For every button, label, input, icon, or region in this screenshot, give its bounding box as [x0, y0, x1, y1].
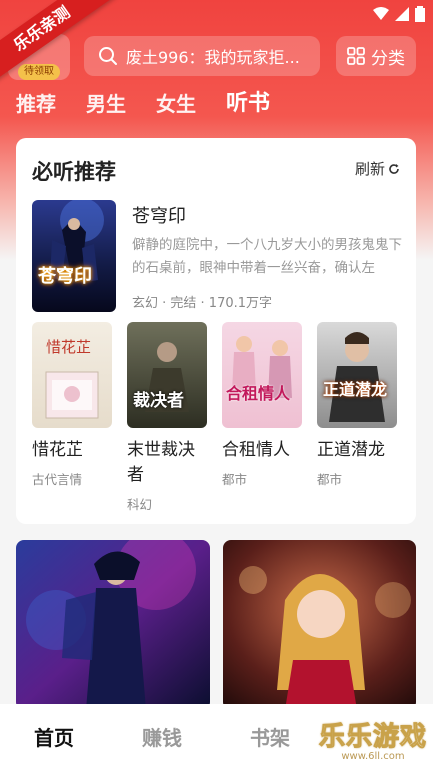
book-list: 惜花芷 惜花芷 古代言情 裁决者 末世裁决者 科幻 合租情人 合租情人 都市 正… [32, 322, 412, 513]
search-input[interactable]: 废土996：我的玩家拒... [84, 36, 320, 76]
book-title: 末世裁决者 [127, 440, 195, 485]
book-item[interactable]: 惜花芷 惜花芷 古代言情 [32, 322, 127, 513]
section-title: 必听推荐 [32, 160, 116, 184]
channel-tabs: 推荐 男生 女生 听书 [16, 90, 300, 118]
banner-right[interactable] [223, 540, 416, 710]
wifi-icon [373, 7, 389, 20]
book-cover-text: 惜花芷 [46, 338, 92, 356]
book-genre: 都市 [317, 472, 343, 487]
refresh-icon [389, 163, 399, 174]
tab-female[interactable]: 女生 [156, 90, 196, 118]
grid-icon [347, 47, 365, 65]
battery-icon [415, 6, 425, 22]
featured-book-meta: 玄幻 · 完结 · 170.1万字 [132, 296, 273, 311]
recommend-card: 必听推荐 刷新 苍穹印 苍穹印 僻静的庭院中，一个八九岁大小的男孩鬼鬼下的石桌前… [16, 138, 416, 524]
book-cover[interactable]: 裁决者 [127, 322, 207, 428]
tab-male[interactable]: 男生 [86, 90, 126, 118]
search-text: 废土996：我的玩家拒... [126, 48, 300, 67]
featured-book-title[interactable]: 苍穹印 [132, 202, 186, 228]
search-icon [99, 47, 117, 65]
book-cover[interactable]: 惜花芷 [32, 322, 112, 428]
featured-book-description: 僻静的庭院中，一个八九岁大小的男孩鬼鬼下的石桌前，眼神中带着一丝兴奋，确认左 [132, 237, 402, 276]
book-genre: 科幻 [127, 497, 153, 512]
nav-earn[interactable]: 赚钱 [108, 722, 216, 751]
category-button[interactable]: 分类 [336, 36, 416, 76]
book-item[interactable]: 裁决者 末世裁决者 科幻 [127, 322, 222, 513]
book-cover-text: 合租情人 [226, 384, 291, 403]
book-cover-text: 裁决者 [133, 391, 184, 411]
book-item[interactable]: 合租情人 合租情人 都市 [222, 322, 317, 513]
book-cover[interactable]: 正道潜龙 [317, 322, 397, 428]
book-cover[interactable]: 合租情人 [222, 322, 302, 428]
signal-icon [395, 7, 409, 21]
book-genre: 古代言情 [32, 472, 83, 487]
watermark-text: 乐乐游戏 [318, 722, 427, 753]
nav-bookshelf[interactable]: 书架 [216, 722, 324, 751]
reward-label[interactable]: 待领取 [18, 64, 60, 80]
nav-home[interactable]: 首页 [0, 722, 108, 751]
book-genre: 都市 [222, 472, 248, 487]
featured-book-cover[interactable]: 苍穹印 [32, 200, 116, 312]
watermark: 乐乐游戏 www.6ll.com [315, 716, 431, 763]
tab-audiobook[interactable]: 听书 [226, 90, 270, 118]
featured-cover-title: 苍穹印 [38, 266, 92, 287]
book-title: 惜花芷 [32, 440, 83, 460]
tab-recommend[interactable]: 推荐 [16, 90, 56, 118]
book-item[interactable]: 正道潜龙 正道潜龙 都市 [317, 322, 412, 513]
banner-left[interactable] [16, 540, 210, 710]
category-label: 分类 [371, 48, 405, 69]
book-title: 合租情人 [222, 440, 290, 460]
book-title: 正道潜龙 [317, 440, 385, 460]
refresh-button[interactable]: 刷新 [355, 158, 400, 179]
refresh-label: 刷新 [354, 160, 385, 178]
book-cover-text: 正道潜龙 [323, 380, 388, 399]
